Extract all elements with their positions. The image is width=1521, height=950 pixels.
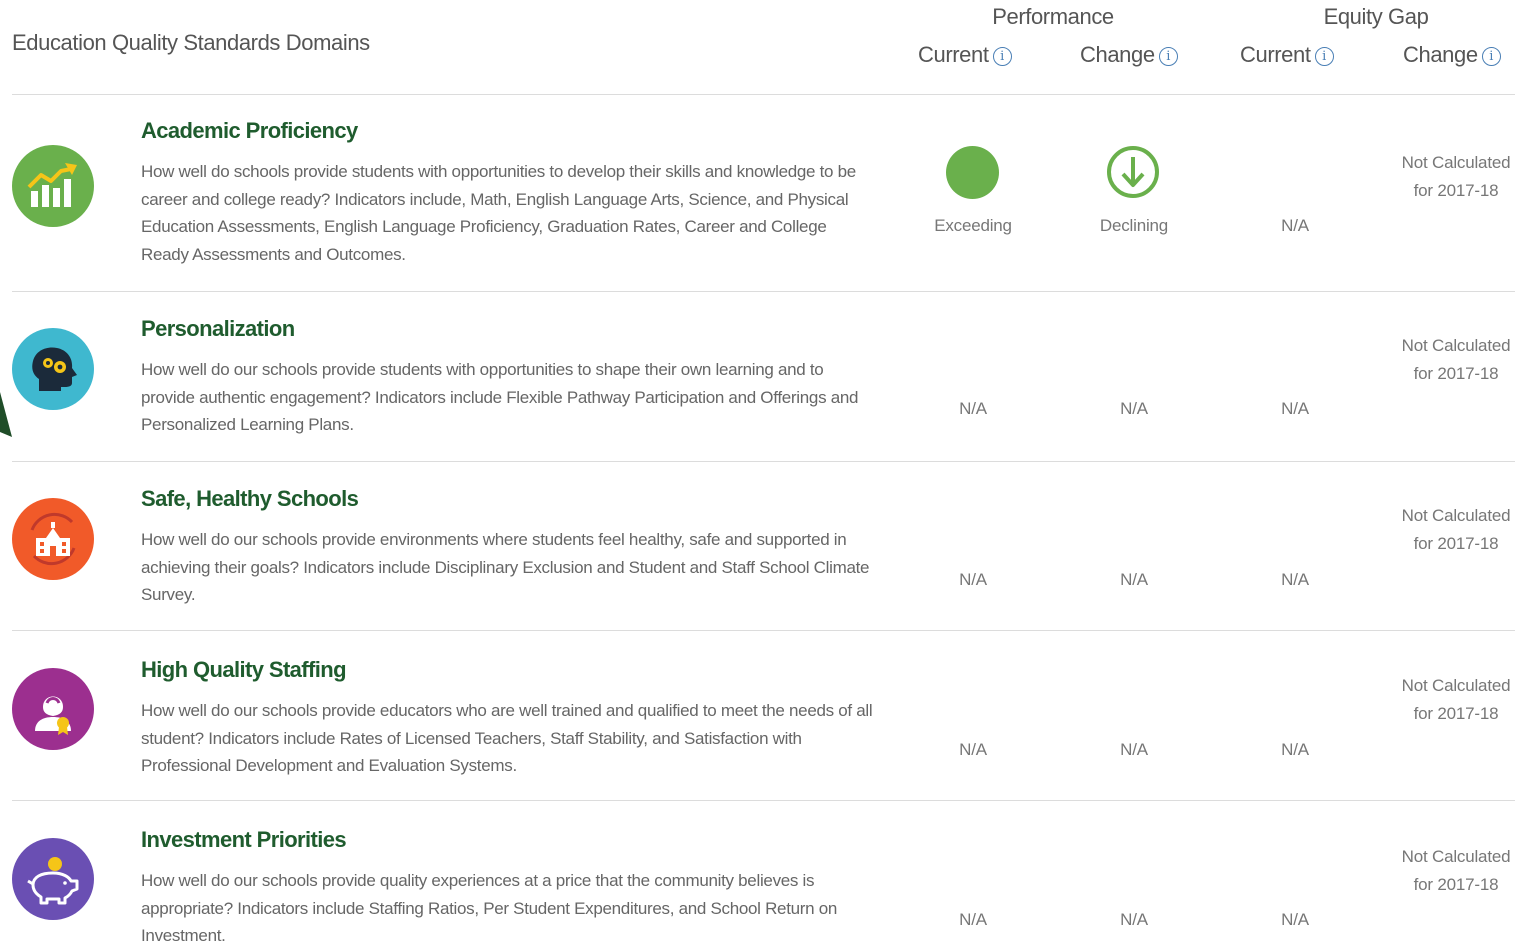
growth-chart-icon [12,145,94,227]
row-description: How well do our schools provide students… [141,360,859,434]
perf-change-value: N/A [1120,399,1148,418]
perf-current-value: Exceeding [934,216,1012,235]
perf-current-value: N/A [959,570,987,589]
perf-current-header: Current i [918,42,1012,68]
equity-change-value: Not Calculated for 2017-18 [1401,506,1511,553]
equity-change-value: Not Calculated for 2017-18 [1401,847,1511,894]
info-icon[interactable]: i [1314,47,1334,66]
row-title: High Quality Staffing [141,657,347,682]
row-description: How well do our schools provide environm… [141,530,870,604]
equity-current-value: N/A [1281,740,1309,759]
row-title: Safe, Healthy Schools [141,486,359,511]
equity-current-value: N/A [1281,910,1309,929]
equity-current-value: N/A [1281,570,1309,589]
perf-current-value: N/A [959,399,987,418]
row-title: Investment Priorities [141,827,347,852]
perf-change-value: N/A [1120,910,1148,929]
row-title: Personalization [141,316,295,341]
school-building-icon [12,498,94,580]
row-description: How well do our schools provide educator… [141,701,873,775]
divider [12,630,1515,631]
perf-change-value: N/A [1120,740,1148,759]
performance-group-label: Performance [992,4,1114,29]
equity-change-value: Not Calculated for 2017-18 [1401,153,1511,200]
equity-change-value: Not Calculated for 2017-18 [1401,336,1511,383]
perf-current-value: N/A [959,740,987,759]
perf-change-header: Change i [1080,42,1178,68]
equity-change-value: Not Calculated for 2017-18 [1401,676,1511,723]
divider [12,800,1515,801]
equity-change-label: Change [1403,42,1478,67]
equity-current-value: N/A [1281,399,1309,418]
perf-current-label: Current [918,42,989,67]
perf-change-value: Declining [1099,216,1169,235]
info-icon[interactable]: i [1481,47,1501,66]
declining-arrow-icon [1107,146,1159,198]
row-description: How well do schools provide students wit… [141,162,856,264]
edge-arrow-icon [0,392,12,437]
info-icon[interactable]: i [992,47,1012,66]
row-title: Academic Proficiency [141,118,358,143]
divider [12,94,1515,95]
table-title: Education Quality Standards Domains [12,30,370,55]
equity-current-value: N/A [1281,216,1309,235]
equity-current-header: Current i [1240,42,1334,68]
divider [12,461,1515,462]
row-description: How well do our schools provide quality … [141,871,838,945]
exceeding-indicator-icon [946,146,999,199]
perf-change-value: N/A [1120,570,1148,589]
divider [12,291,1515,292]
equity-gap-group-label: Equity Gap [1323,4,1429,29]
teacher-award-icon [12,668,94,750]
perf-change-label: Change [1080,42,1155,67]
perf-current-value: N/A [959,910,987,929]
info-icon[interactable]: i [1158,47,1178,66]
head-gears-icon [12,328,94,410]
equity-change-header: Change i [1403,42,1501,68]
piggy-bank-icon [12,838,94,920]
equity-current-label: Current [1240,42,1311,67]
